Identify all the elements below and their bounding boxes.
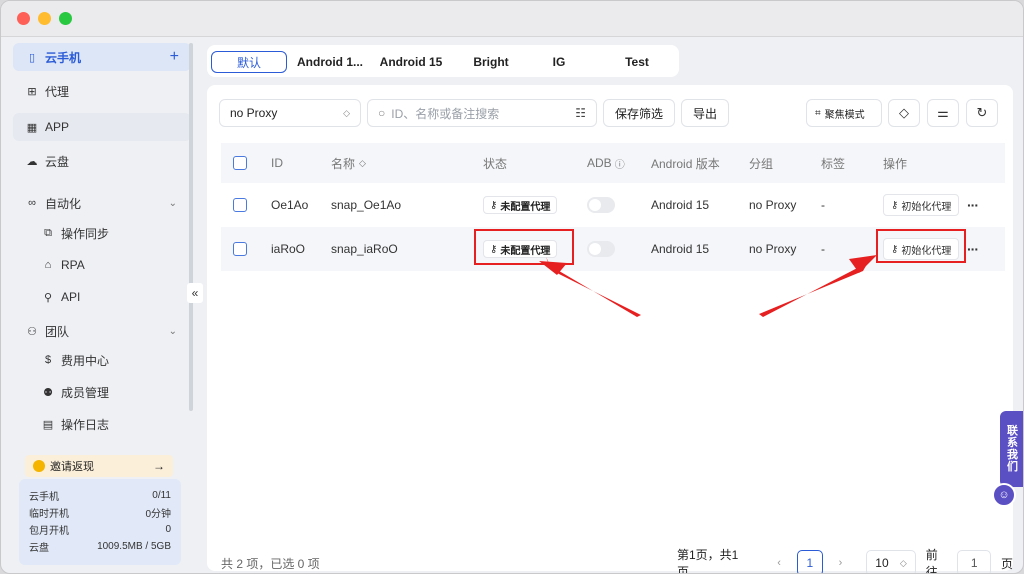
app-window: ▯ 云手机 + ⊞ 代理 ▦ APP ☁ 云盘 ∞ 自动化 ⌄ ⧉ 操作同步 ⌂… — [0, 0, 1024, 574]
annotation-arrows — [539, 255, 877, 317]
chat-icon[interactable]: ☺ — [992, 483, 1016, 507]
contact-us-button[interactable]: 联 系 我 们 — [1000, 411, 1023, 487]
arrowhead-left — [539, 261, 567, 275]
